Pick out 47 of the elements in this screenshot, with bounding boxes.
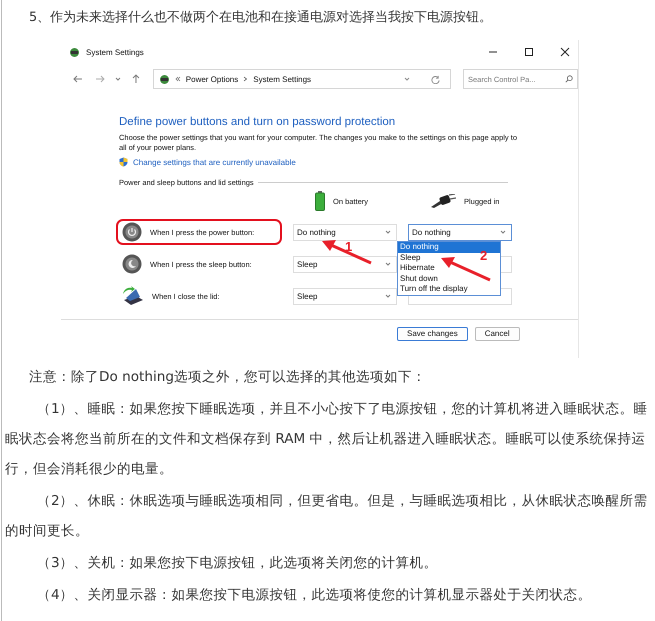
annotation-number: 1 xyxy=(345,240,352,253)
battery-icon xyxy=(315,191,325,211)
dropdown-field[interactable]: Sleep xyxy=(293,288,397,304)
dropdown-field[interactable]: Sleep xyxy=(293,256,397,272)
chevron-down-icon xyxy=(385,293,391,299)
search-icon xyxy=(565,75,573,83)
sleep-button-icon xyxy=(122,254,142,274)
refresh-icon[interactable] xyxy=(431,74,440,84)
chevron-right-icon xyxy=(243,76,248,82)
close-icon[interactable] xyxy=(560,47,570,57)
chevron-down-icon xyxy=(500,229,506,235)
dropdown-option[interactable]: Hibernate xyxy=(398,263,437,274)
chevron-down-icon xyxy=(385,229,391,235)
dropdown-option[interactable]: Shut down xyxy=(398,274,440,284)
breadcrumb-item[interactable]: System Settings xyxy=(253,74,312,84)
option-paragraph: （2）、休眠：休眠选项与睡眠选项相同，但更省电。但是，与睡眠选项相比，从休眠状态唤醒所需的时间更长。 xyxy=(4,492,649,541)
option-paragraph: （1）、睡眠：如果您按下睡眠选项，并且不小心按下了电源按钮，您的计算机将进入睡眠状态。睡眠状态会将您当前所在的文件和文档保存到 RAM 中，然后让机器进入睡眠状态。睡眠可以使系统保持运行，但会消耗很少的电量。 xyxy=(4,400,649,479)
app-icon xyxy=(69,46,80,58)
laptop-icon xyxy=(122,286,144,306)
note-paragraph: 注意：除了Do nothing选项之外，您可以选择的其他选项如下： xyxy=(28,368,428,387)
window-title: System Settings xyxy=(86,48,144,56)
plug-icon xyxy=(430,194,456,208)
dropdown-field[interactable]: Do nothing xyxy=(408,224,512,240)
control-panel-icon xyxy=(158,74,170,84)
dropdown-option[interactable]: Turn off the display xyxy=(398,284,470,295)
chevron-down-icon[interactable] xyxy=(114,76,121,82)
dropdown-option[interactable]: Sleep xyxy=(398,252,422,264)
chevron-down-icon[interactable] xyxy=(404,76,410,82)
dialog-button[interactable]: Cancel xyxy=(474,327,520,341)
power-button-icon xyxy=(122,222,142,242)
back-arrow-icon[interactable] xyxy=(73,74,83,84)
page-title: Define power buttons and turn on password protection xyxy=(119,116,396,128)
breadcrumb-item[interactable]: Power Options xyxy=(186,74,238,84)
dropdown-field[interactable]: Do nothing xyxy=(293,224,397,240)
annotation-arrow xyxy=(322,240,372,264)
change-settings-link[interactable]: Change settings that are currently unavailable xyxy=(133,158,296,166)
maximize-icon[interactable] xyxy=(524,47,534,57)
address-bar[interactable]: Power Options System Settings xyxy=(152,69,451,89)
up-arrow-icon[interactable] xyxy=(130,74,141,84)
option-paragraph: （4）、关闭显示器：如果您按下电源按钮，此选项将使您的计算机显示器处于关闭状态。 xyxy=(36,586,593,605)
forward-arrow-icon[interactable] xyxy=(94,74,105,84)
shield-icon xyxy=(119,157,128,167)
step-heading: 5、作为未来选择什么也不做两个在电池和在接通电源对选择当我按下电源按钮。 xyxy=(28,9,494,27)
double-chevron-icon xyxy=(174,76,181,82)
dialog-button[interactable]: Save changes xyxy=(397,327,468,341)
chevron-down-icon xyxy=(385,261,391,267)
option-paragraph: （3）、关机：如果您按下电源按钮，此选项将关闭您的计算机。 xyxy=(36,554,439,573)
